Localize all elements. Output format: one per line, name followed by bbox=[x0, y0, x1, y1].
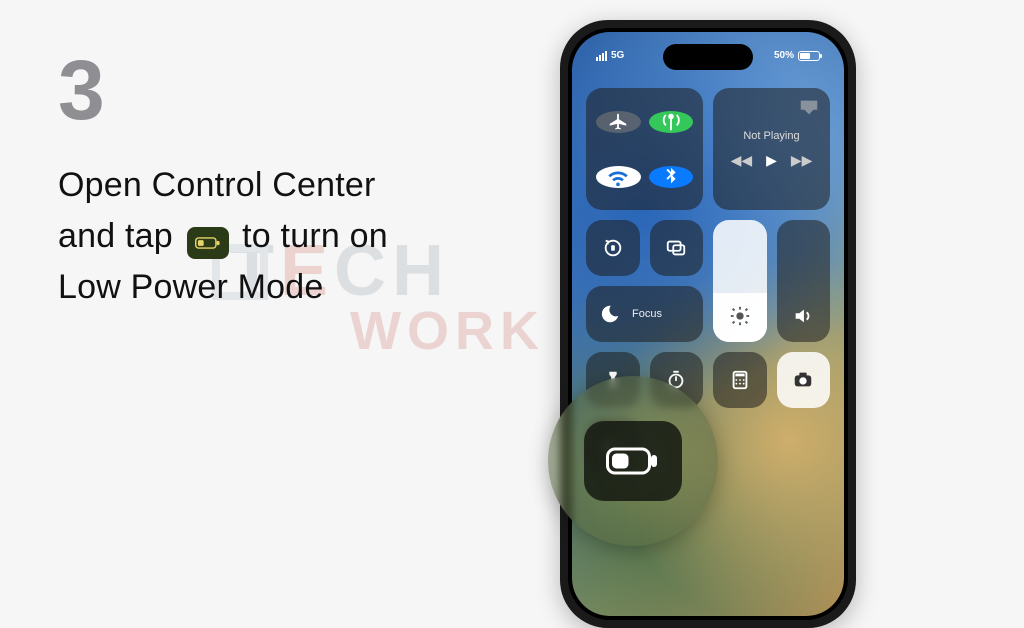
airplane-mode-toggle[interactable] bbox=[596, 111, 641, 133]
focus-button[interactable]: Focus bbox=[586, 286, 703, 342]
wifi-icon bbox=[607, 166, 629, 188]
moon-icon bbox=[598, 303, 620, 325]
volume-slider[interactable] bbox=[777, 220, 831, 342]
low-power-badge bbox=[187, 227, 229, 259]
battery-status-icon bbox=[798, 51, 820, 61]
bluetooth-toggle[interactable] bbox=[649, 166, 694, 188]
step-number: 3 bbox=[58, 48, 518, 132]
camera-icon bbox=[792, 369, 814, 391]
media-tile[interactable]: Not Playing ◀◀ ▶ ▶▶ bbox=[713, 88, 830, 210]
sun-icon bbox=[729, 305, 751, 332]
prev-track-icon[interactable]: ◀◀ bbox=[731, 152, 753, 169]
step-text: Open Control Center and tap to turn on L… bbox=[58, 160, 518, 313]
calculator-button[interactable] bbox=[713, 352, 767, 408]
bluetooth-icon bbox=[660, 166, 682, 188]
now-playing-label: Not Playing bbox=[743, 130, 799, 142]
screen-mirroring-button[interactable] bbox=[650, 220, 704, 276]
speaker-icon bbox=[792, 305, 814, 332]
screen-mirroring-icon bbox=[665, 237, 687, 259]
signal-bars-icon bbox=[596, 51, 607, 61]
media-controls: ◀◀ ▶ ▶▶ bbox=[731, 152, 813, 169]
connectivity-group bbox=[586, 88, 703, 210]
zoom-callout bbox=[548, 376, 718, 546]
network-label: 5G bbox=[611, 50, 624, 61]
status-bar: 5G 50% bbox=[572, 50, 844, 61]
camera-button[interactable] bbox=[777, 352, 831, 408]
instruction-panel: 3 Open Control Center and tap to turn on… bbox=[58, 48, 518, 313]
low-power-mode-button-zoom[interactable] bbox=[584, 421, 682, 501]
cellular-data-toggle[interactable] bbox=[649, 111, 694, 133]
focus-label: Focus bbox=[632, 308, 662, 320]
antenna-icon bbox=[660, 111, 682, 133]
orientation-lock-button[interactable] bbox=[586, 220, 640, 276]
battery-low-icon bbox=[195, 235, 221, 251]
brightness-slider[interactable] bbox=[713, 220, 767, 342]
play-icon[interactable]: ▶ bbox=[766, 152, 777, 169]
next-track-icon[interactable]: ▶▶ bbox=[791, 152, 813, 169]
airplay-icon[interactable] bbox=[798, 96, 820, 123]
battery-percent: 50% bbox=[774, 50, 794, 61]
calculator-icon bbox=[729, 369, 751, 391]
wifi-toggle[interactable] bbox=[596, 166, 641, 188]
orientation-lock-icon bbox=[602, 237, 624, 259]
battery-icon bbox=[606, 446, 660, 476]
airplane-icon bbox=[607, 111, 629, 133]
